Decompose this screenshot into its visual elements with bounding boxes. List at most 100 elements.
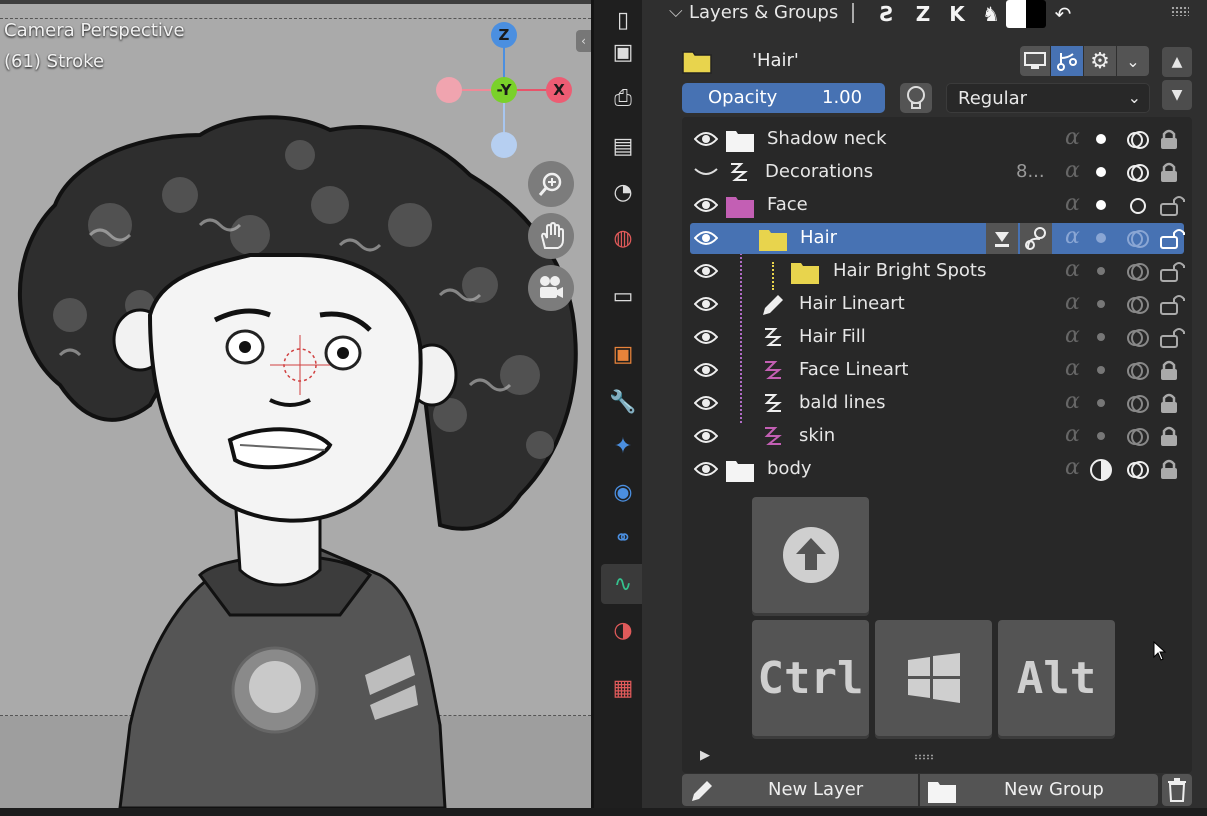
gizmo-z-axis[interactable]: Z — [491, 22, 517, 48]
onion-skin-icon[interactable] — [1126, 162, 1150, 184]
eye-open-icon[interactable] — [694, 130, 718, 148]
expand-triangle-icon[interactable]: ▶ — [700, 748, 710, 763]
layer-row-shadow-neck[interactable]: Shadow neck α — [690, 124, 1184, 155]
move-up-button[interactable]: ▲ — [1162, 47, 1192, 77]
alpha-icon[interactable]: α — [1065, 257, 1080, 282]
use-lights-toggle[interactable] — [900, 83, 932, 113]
layer-row-decorations[interactable]: Decorations 8... α — [690, 157, 1184, 188]
alpha-icon[interactable]: α — [1065, 323, 1080, 348]
alpha-icon[interactable]: α — [1065, 356, 1080, 381]
new-group-button[interactable]: New Group — [920, 774, 1158, 806]
modifier-icon[interactable]: 🔧 — [603, 382, 643, 422]
eye-open-icon[interactable] — [694, 295, 718, 313]
lock-open-icon[interactable] — [1159, 260, 1187, 282]
dot-icon[interactable] — [1094, 363, 1108, 377]
layer-row-face-lineart[interactable]: Face Lineart α — [690, 355, 1184, 386]
particles-icon[interactable]: ✦ — [603, 426, 643, 466]
alpha-icon[interactable]: α — [1065, 389, 1080, 414]
lock-closed-icon[interactable] — [1159, 392, 1179, 414]
onion-skin-icon[interactable] — [1126, 360, 1150, 382]
lock-open-icon[interactable] — [1159, 227, 1187, 249]
layer-row-hair-bright-spots[interactable]: Hair Bright Spots α — [690, 256, 1187, 287]
dot-icon[interactable] — [1094, 198, 1108, 212]
new-layer-button[interactable]: New Layer — [682, 774, 918, 806]
eye-open-icon[interactable] — [694, 361, 718, 379]
view-layer-icon[interactable]: ▤ — [603, 126, 643, 166]
lock-open-icon[interactable] — [1159, 293, 1187, 315]
mixed-dot-icon[interactable] — [1088, 458, 1114, 482]
gizmo-neg-z-axis[interactable] — [491, 132, 517, 158]
alpha-icon[interactable]: α — [1065, 191, 1080, 216]
onion-skin-icon[interactable] — [1126, 459, 1150, 481]
render-icon[interactable]: ▣ — [603, 32, 643, 72]
object-icon[interactable]: ▣ — [603, 334, 643, 374]
eye-open-icon[interactable] — [694, 262, 718, 280]
lock-closed-icon[interactable] — [1159, 128, 1179, 150]
eye-open-icon[interactable] — [694, 196, 718, 214]
onion-skin-icon[interactable] — [1126, 393, 1150, 415]
gizmo-neg-y-axis[interactable]: -Y — [491, 77, 517, 103]
onion-skin-off-icon[interactable] — [1126, 195, 1150, 217]
monster-icon[interactable]: ♞ — [976, 0, 1006, 28]
lock-closed-icon[interactable] — [1159, 458, 1179, 480]
lock-closed-icon[interactable] — [1159, 359, 1179, 381]
eye-closed-icon[interactable] — [694, 163, 718, 181]
physics-icon[interactable]: ◉ — [603, 472, 643, 512]
stroke-z-icon[interactable]: Z — [908, 0, 938, 28]
drag-grip-icon[interactable] — [1171, 6, 1189, 16]
lock-closed-icon[interactable] — [1159, 161, 1179, 183]
move-down-button[interactable]: ▼ — [1162, 80, 1192, 110]
layer-row-bald-lines[interactable]: bald lines α — [690, 388, 1184, 419]
onion-skin-icon[interactable] — [1126, 327, 1150, 349]
stroke-k-icon[interactable]: K — [942, 0, 972, 28]
dot-icon[interactable] — [1094, 231, 1108, 245]
eye-open-icon[interactable] — [694, 229, 718, 247]
alpha-icon[interactable]: α — [1065, 455, 1080, 480]
list-resize-grip[interactable] — [914, 754, 934, 760]
onion-skin-icon[interactable] — [1126, 426, 1150, 448]
tree-view-toggle[interactable] — [1051, 46, 1083, 76]
opacity-slider[interactable]: Opacity 1.00 — [682, 83, 885, 113]
alpha-icon[interactable]: α — [1065, 158, 1080, 183]
viewport-display-toggle[interactable] — [1020, 46, 1050, 76]
layer-row-hair[interactable]: Hair α — [690, 223, 1187, 254]
collection-icon[interactable]: ▭ — [603, 276, 643, 316]
layer-row-face[interactable]: Face α — [690, 190, 1187, 221]
lock-open-icon[interactable] — [1159, 326, 1187, 348]
dot-icon[interactable] — [1094, 264, 1108, 278]
alpha-icon[interactable]: α — [1065, 290, 1080, 315]
texture-icon[interactable]: ▦ — [603, 668, 643, 708]
dot-icon[interactable] — [1094, 429, 1108, 443]
gizmo-x-axis[interactable]: X — [546, 77, 572, 103]
grease-pencil-data-icon[interactable]: ∿ — [601, 564, 645, 604]
delete-button[interactable] — [1162, 774, 1192, 806]
lock-open-icon[interactable] — [1159, 194, 1187, 216]
dot-icon[interactable] — [1094, 330, 1108, 344]
settings-toggle[interactable]: ⚙ — [1084, 46, 1116, 76]
onion-skin-icon[interactable] — [1126, 261, 1150, 283]
undo-icon[interactable]: ↶ — [1048, 0, 1078, 28]
camera-view-button[interactable] — [528, 265, 574, 311]
panel-header[interactable]: ⌵ Layers & Groups Ƨ Z K ♞ ↶ — [642, 0, 1207, 30]
constraints-icon[interactable]: ⚭ — [603, 518, 643, 558]
layer-row-skin[interactable]: skin α — [690, 421, 1184, 452]
mask-button[interactable] — [1020, 223, 1052, 254]
eye-open-icon[interactable] — [694, 460, 718, 478]
3d-viewport[interactable]: Camera Perspective (61) Stroke ‹ Z -Y X — [0, 0, 591, 808]
blend-mode-select[interactable]: Regular ⌄ — [946, 83, 1150, 113]
onion-skin-icon[interactable] — [1126, 294, 1150, 316]
scene-icon[interactable]: ◔ — [603, 172, 643, 212]
world-icon[interactable]: ◍ — [603, 218, 643, 258]
onion-skin-icon[interactable] — [1126, 129, 1150, 151]
dot-icon[interactable] — [1094, 132, 1108, 146]
alpha-icon[interactable]: α — [1065, 422, 1080, 447]
alpha-icon[interactable]: α — [1065, 125, 1080, 150]
pan-button[interactable] — [528, 213, 574, 259]
options-dropdown[interactable]: ⌄ — [1117, 46, 1149, 76]
layer-row-body[interactable]: body α — [690, 454, 1184, 485]
layer-row-hair-lineart[interactable]: Hair Lineart α — [690, 289, 1187, 320]
color-swatch-icon[interactable] — [1006, 0, 1046, 28]
dot-icon[interactable] — [1094, 396, 1108, 410]
eye-open-icon[interactable] — [694, 328, 718, 346]
eye-open-icon[interactable] — [694, 394, 718, 412]
